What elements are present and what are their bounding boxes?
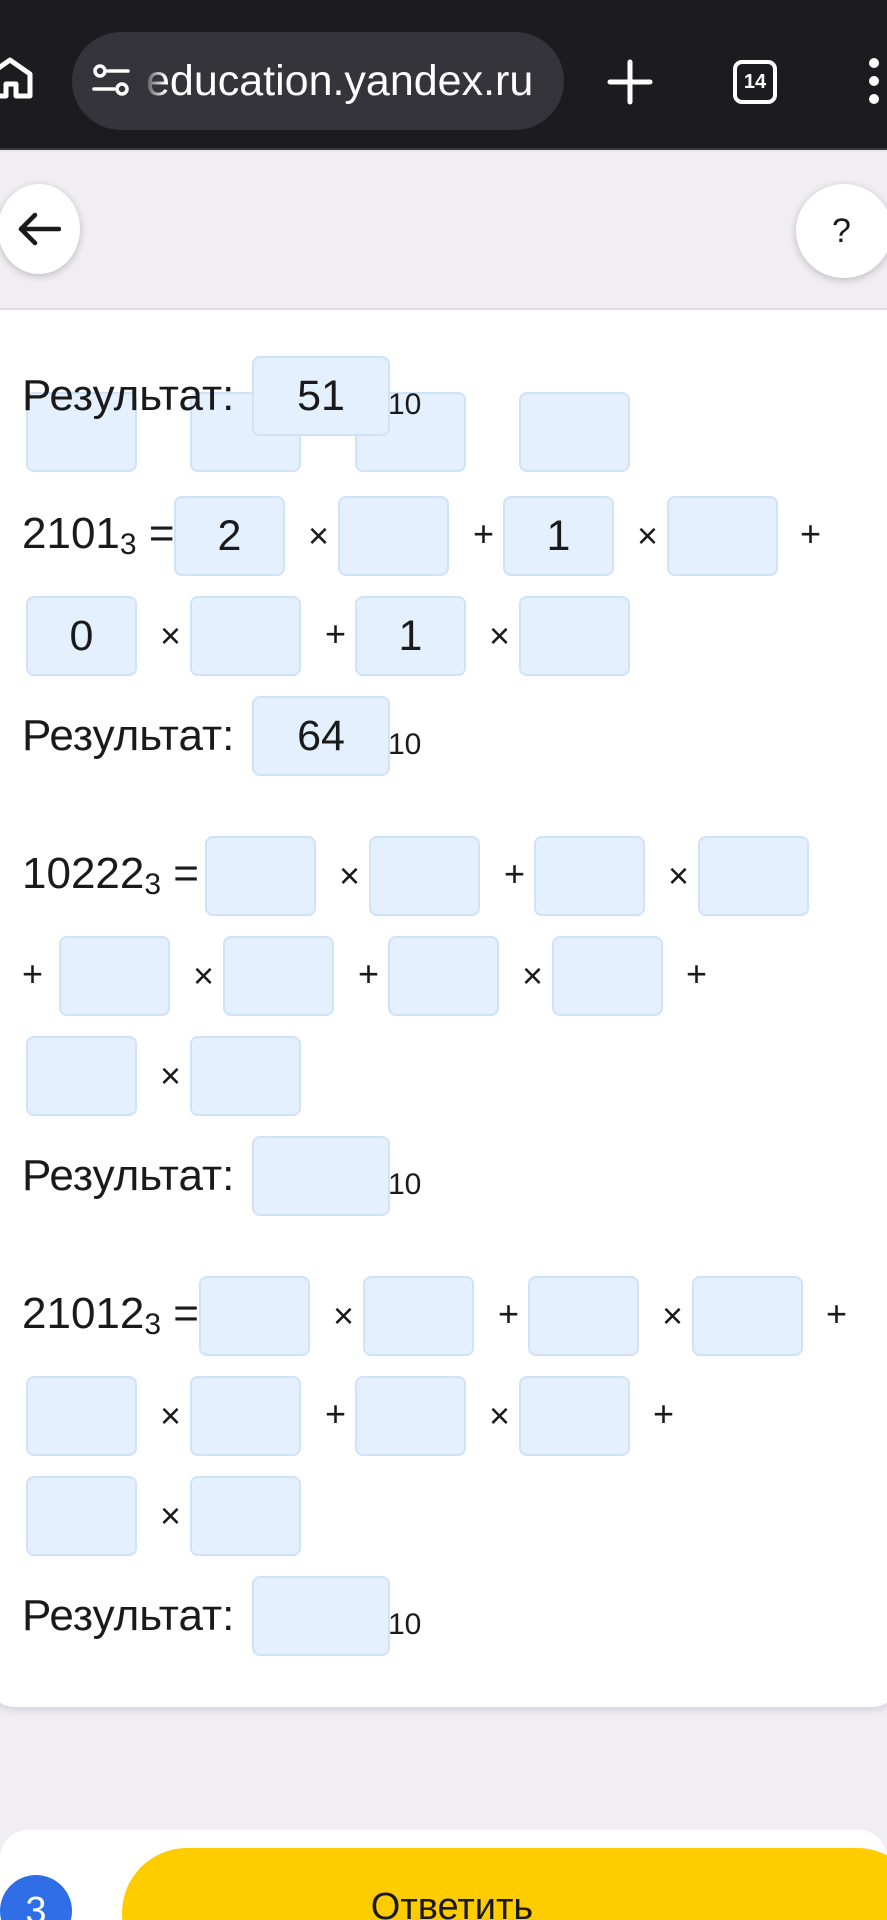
digit-field[interactable] (26, 1376, 137, 1456)
task-card: Результат: 51 10 21013 = 2 × + 1 × + 0 ×… (0, 152, 887, 1707)
result-field[interactable]: 64 (252, 696, 390, 776)
power-field[interactable] (223, 936, 334, 1016)
digit-field[interactable]: 1 (355, 596, 466, 676)
times-sign: × (522, 955, 544, 996)
digit-field[interactable]: 0 (26, 596, 137, 676)
digit-field[interactable] (59, 936, 170, 1016)
result-label: Результат: (22, 1591, 235, 1640)
plus-sign: + (686, 953, 708, 994)
power-field[interactable] (363, 1276, 474, 1356)
tabs-icon[interactable]: 14 (733, 60, 777, 104)
arrow-left-icon (18, 212, 61, 246)
problem-number: 102223 = (22, 849, 199, 901)
answer-button[interactable]: Ответить (122, 1848, 887, 1920)
result-base: 10 (388, 728, 422, 761)
power-field[interactable] (698, 836, 809, 916)
power-field[interactable] (190, 1476, 301, 1556)
plus-sign: + (498, 1293, 520, 1334)
digit-field[interactable] (199, 1276, 310, 1356)
digit-field[interactable] (205, 836, 316, 916)
plus-sign: + (325, 1393, 347, 1434)
times-sign: × (160, 1055, 182, 1096)
help-button[interactable]: ? (796, 184, 887, 278)
power-field[interactable] (552, 936, 663, 1016)
site-settings-icon[interactable] (92, 62, 130, 100)
result-base: 10 (388, 388, 422, 421)
power-field[interactable] (692, 1276, 803, 1356)
power-field[interactable] (369, 836, 480, 916)
power-field[interactable] (338, 496, 449, 576)
home-icon[interactable] (0, 56, 34, 100)
times-sign: × (339, 855, 361, 896)
more-icon[interactable] (866, 56, 882, 106)
result-base: 10 (388, 1168, 422, 1201)
times-sign: × (489, 1395, 511, 1436)
times-sign: × (160, 1495, 182, 1536)
plus-sign: + (653, 1393, 675, 1434)
times-sign: × (160, 615, 182, 656)
digit-field[interactable] (355, 1376, 466, 1456)
browser-toolbar: education.yandex.ru 14 (0, 0, 887, 150)
address-bar[interactable]: education.yandex.ru (72, 32, 564, 130)
result-label: Результат: (22, 1151, 235, 1200)
result-field[interactable] (252, 1136, 390, 1216)
plus-sign: + (473, 513, 495, 554)
url-text[interactable]: education.yandex.ru (146, 54, 533, 108)
times-sign: × (637, 515, 659, 556)
result-label: Результат: (22, 711, 235, 760)
plus-sign: + (504, 853, 526, 894)
power-field[interactable] (190, 1376, 301, 1456)
result-base: 10 (388, 1608, 422, 1641)
digit-field[interactable] (388, 936, 499, 1016)
result-field[interactable]: 51 (252, 356, 390, 436)
result-label: Результат: (22, 371, 235, 420)
times-sign: × (489, 615, 511, 656)
times-sign: × (662, 1295, 684, 1336)
times-sign: × (333, 1295, 355, 1336)
power-field[interactable] (519, 596, 630, 676)
plus-sign: + (325, 613, 347, 654)
result-field[interactable] (252, 1576, 390, 1656)
digit-field[interactable] (26, 1036, 137, 1116)
power-field[interactable] (190, 596, 301, 676)
back-button[interactable] (0, 184, 80, 274)
problem-number: 21013 = (22, 509, 175, 561)
url-fade (142, 32, 166, 130)
times-sign: × (668, 855, 690, 896)
plus-sign: + (826, 1293, 848, 1334)
digit-field[interactable]: 2 (174, 496, 285, 576)
digit-field[interactable] (26, 1476, 137, 1556)
digit-field[interactable] (528, 1276, 639, 1356)
task-content: Результат: 51 10 21013 = 2 × + 1 × + 0 ×… (0, 152, 887, 1707)
plus-sign: + (22, 953, 44, 994)
plus-sign: + (800, 513, 822, 554)
plus-sign: + (358, 953, 380, 994)
plus-icon[interactable] (606, 58, 654, 106)
times-sign: × (160, 1395, 182, 1436)
power-field[interactable] (190, 1036, 301, 1116)
power-field[interactable] (667, 496, 778, 576)
task-header: ? (0, 152, 887, 310)
problem-number: 210123 = (22, 1289, 199, 1341)
times-sign: × (308, 515, 330, 556)
digit-field[interactable]: 1 (503, 496, 614, 576)
answer-field[interactable] (519, 392, 630, 472)
digit-field[interactable] (534, 836, 645, 916)
power-field[interactable] (519, 1376, 630, 1456)
times-sign: × (193, 955, 215, 996)
